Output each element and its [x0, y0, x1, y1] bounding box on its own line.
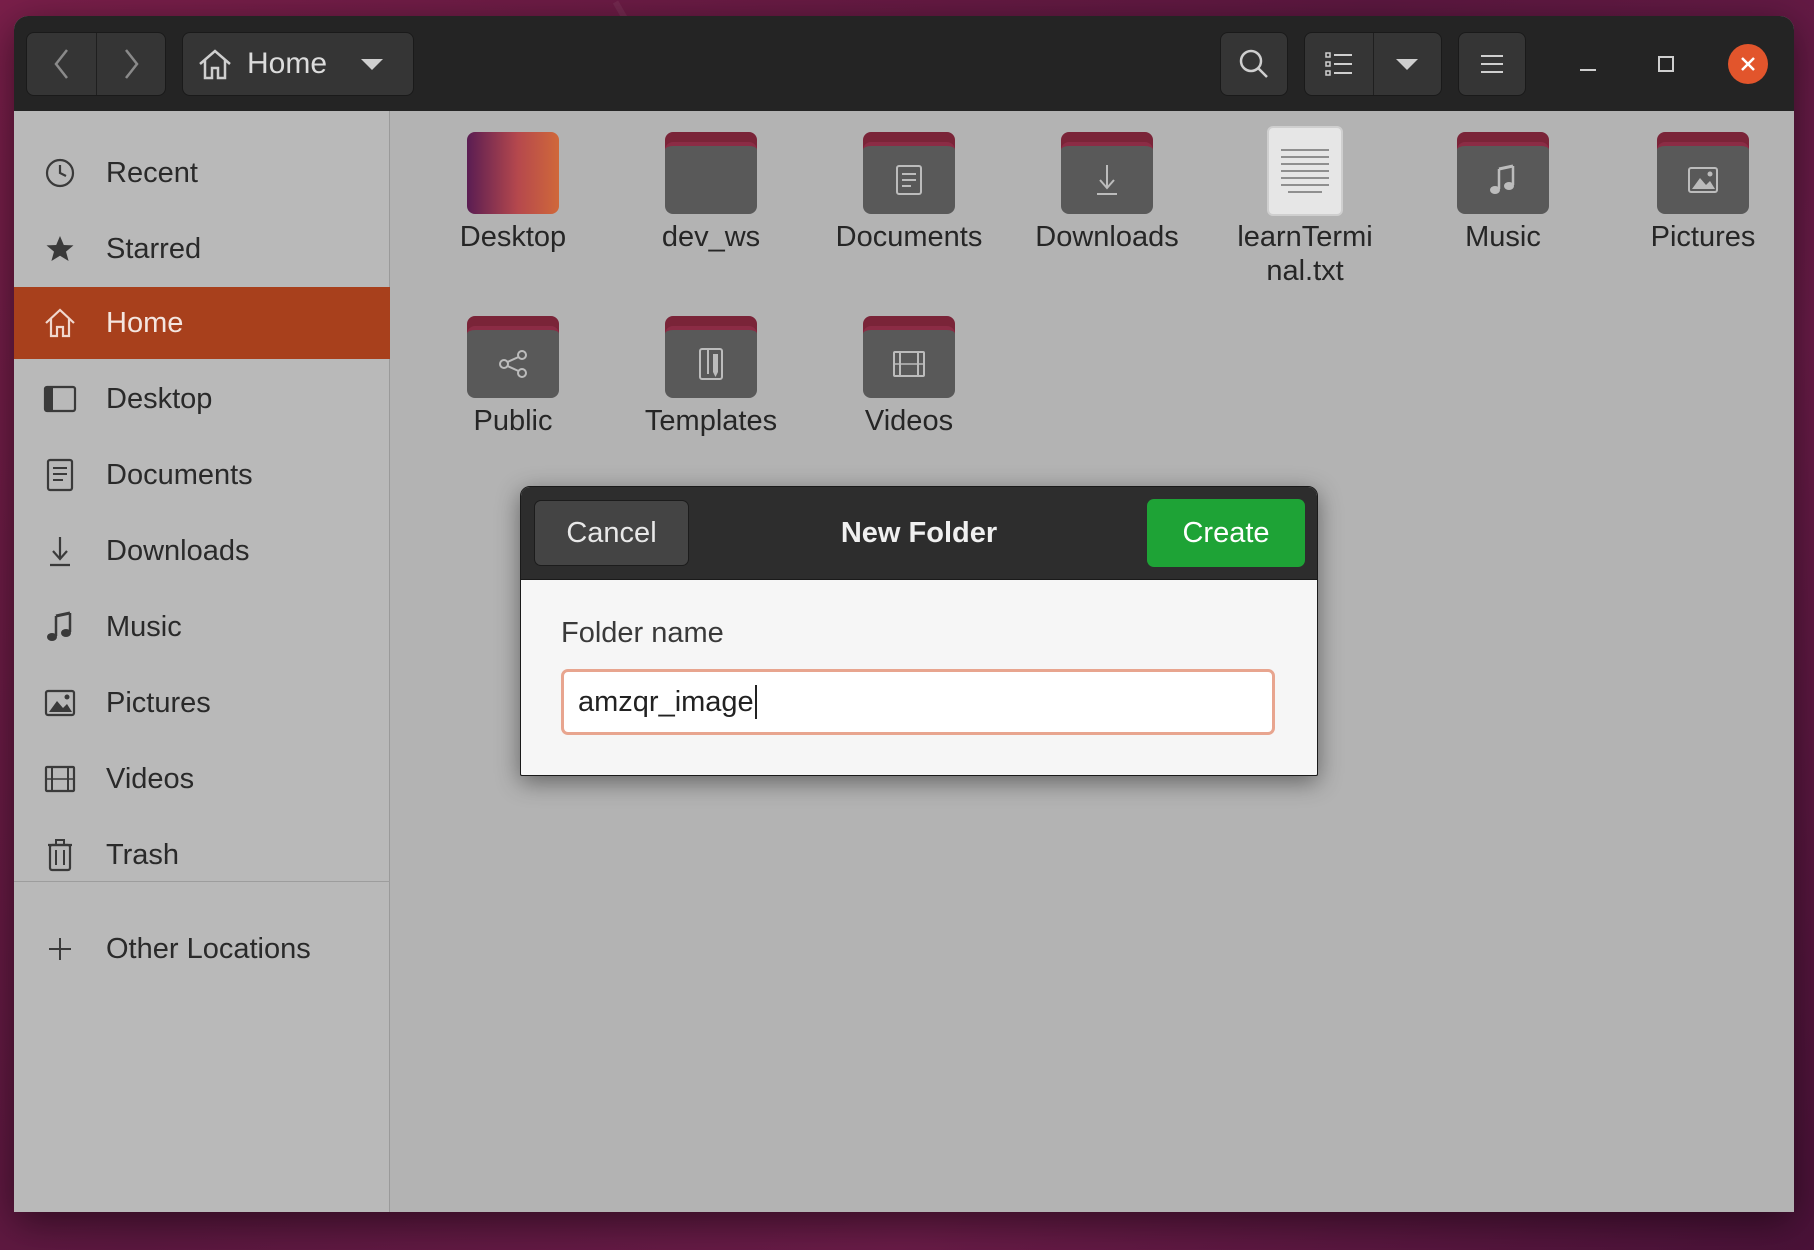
path-label: Home — [247, 47, 328, 80]
sidebar-item-label: Documents — [106, 458, 253, 491]
file-label: learnTermi — [1237, 221, 1373, 253]
cancel-button[interactable]: Cancel — [534, 500, 689, 566]
videos-folder-icon — [863, 316, 955, 398]
music-folder-icon — [1457, 132, 1549, 214]
create-button[interactable]: Create — [1147, 499, 1305, 567]
file-manager-window: Home Recent Starred Home Desktop Documen… — [14, 16, 1794, 1212]
video-icon — [40, 759, 80, 799]
list-view-icon — [1325, 52, 1352, 76]
documents-folder-icon — [863, 132, 955, 214]
chevron-down-icon[interactable] — [361, 57, 384, 71]
sidebar-item-documents[interactable]: Documents — [14, 439, 390, 511]
home-icon — [199, 49, 231, 80]
folder-name-input[interactable]: amzqr_image — [561, 669, 1275, 735]
file-item-videos[interactable]: Videos — [824, 316, 994, 438]
trash-icon — [40, 835, 80, 875]
download-icon — [40, 531, 80, 571]
new-folder-dialog: New Folder Cancel Create Folder name amz… — [520, 486, 1318, 776]
picture-icon — [40, 683, 80, 723]
public-folder-icon — [467, 316, 559, 398]
chevron-left-icon — [53, 49, 68, 79]
sidebar-item-desktop[interactable]: Desktop — [14, 363, 390, 435]
home-icon — [40, 303, 80, 343]
clock-icon — [40, 153, 80, 193]
menu-button[interactable] — [1458, 32, 1526, 96]
file-item-desktop[interactable]: Desktop — [428, 132, 598, 254]
sidebar-item-label: Home — [106, 306, 184, 339]
search-button[interactable] — [1220, 32, 1288, 96]
file-label: Templates — [644, 405, 778, 437]
sidebar-item-music[interactable]: Music — [14, 591, 390, 663]
music-icon — [40, 607, 80, 647]
sidebar-item-label: Starred — [106, 232, 202, 265]
header-bar: Home — [14, 16, 1794, 111]
minimize-icon — [1580, 69, 1596, 71]
star-icon — [40, 229, 80, 269]
file-label: dev_ws — [661, 221, 761, 253]
folder-name-label: Folder name — [561, 617, 724, 649]
text-file-icon — [1267, 126, 1343, 216]
sidebar-item-videos[interactable]: Videos — [14, 743, 390, 815]
plus-icon — [40, 929, 80, 969]
desktop-folder-icon — [467, 132, 559, 214]
file-label: Desktop — [459, 221, 567, 253]
maximize-button[interactable] — [1648, 46, 1684, 82]
pictures-folder-icon — [1657, 132, 1749, 214]
file-item-downloads[interactable]: Downloads — [1022, 132, 1192, 254]
templates-folder-icon — [665, 316, 757, 398]
path-bar-home[interactable]: Home — [182, 32, 414, 96]
sidebar-item-home[interactable]: Home — [14, 287, 390, 359]
dialog-header: New Folder Cancel Create — [521, 487, 1317, 580]
sidebar-item-other-locations[interactable]: Other Locations — [14, 913, 390, 985]
sidebar-item-starred[interactable]: Starred — [14, 213, 390, 285]
file-item-learnterminal-txt[interactable]: learnTermi nal.txt — [1220, 126, 1390, 288]
file-label: Documents — [835, 221, 983, 253]
sidebar-item-pictures[interactable]: Pictures — [14, 667, 390, 739]
back-button[interactable] — [27, 33, 96, 95]
chevron-down-icon — [1396, 59, 1419, 70]
minimize-button[interactable] — [1570, 46, 1606, 82]
close-icon — [1741, 57, 1755, 71]
file-label: Downloads — [1035, 221, 1179, 253]
maximize-icon — [1658, 56, 1674, 72]
downloads-folder-icon — [1061, 132, 1153, 214]
chevron-right-icon — [125, 49, 139, 79]
document-icon — [40, 455, 80, 495]
close-button[interactable] — [1728, 44, 1768, 84]
file-label: nal.txt — [1266, 255, 1344, 287]
file-label: Music — [1465, 221, 1541, 253]
file-item-dev-ws[interactable]: dev_ws — [626, 132, 796, 254]
view-options-button[interactable] — [1374, 33, 1442, 95]
sidebar: Recent Starred Home Desktop Documents Do… — [14, 111, 390, 1212]
file-item-pictures[interactable]: Pictures — [1618, 132, 1788, 254]
sidebar-item-recent[interactable]: Recent — [14, 137, 390, 209]
forward-button[interactable] — [97, 33, 165, 95]
view-toggle-group — [1304, 32, 1442, 96]
sidebar-item-label: Music — [106, 610, 182, 643]
sidebar-item-label: Desktop — [106, 382, 213, 415]
sidebar-item-label: Pictures — [106, 686, 211, 719]
nav-buttons — [26, 32, 166, 96]
sidebar-divider — [14, 881, 390, 882]
sidebar-item-label: Downloads — [106, 534, 250, 567]
sidebar-item-label: Trash — [106, 838, 180, 871]
folder-name-value: amzqr_image — [578, 685, 754, 718]
sidebar-item-downloads[interactable]: Downloads — [14, 515, 390, 587]
file-label: Videos — [864, 405, 954, 437]
text-caret — [754, 685, 757, 719]
file-item-public[interactable]: Public — [428, 316, 598, 438]
sidebar-item-label: Recent — [106, 156, 198, 189]
search-icon — [1239, 49, 1268, 78]
file-label: Pictures — [1650, 221, 1756, 253]
folder-icon — [665, 132, 757, 214]
desktop-icon — [40, 379, 80, 419]
file-label: Public — [473, 405, 553, 437]
sidebar-item-label: Videos — [106, 762, 195, 795]
file-item-documents[interactable]: Documents — [824, 132, 994, 254]
hamburger-menu-icon — [1481, 55, 1503, 73]
file-item-music[interactable]: Music — [1418, 132, 1588, 254]
sidebar-item-label: Other Locations — [106, 932, 311, 965]
list-view-button[interactable] — [1305, 33, 1373, 95]
file-item-templates[interactable]: Templates — [626, 316, 796, 438]
